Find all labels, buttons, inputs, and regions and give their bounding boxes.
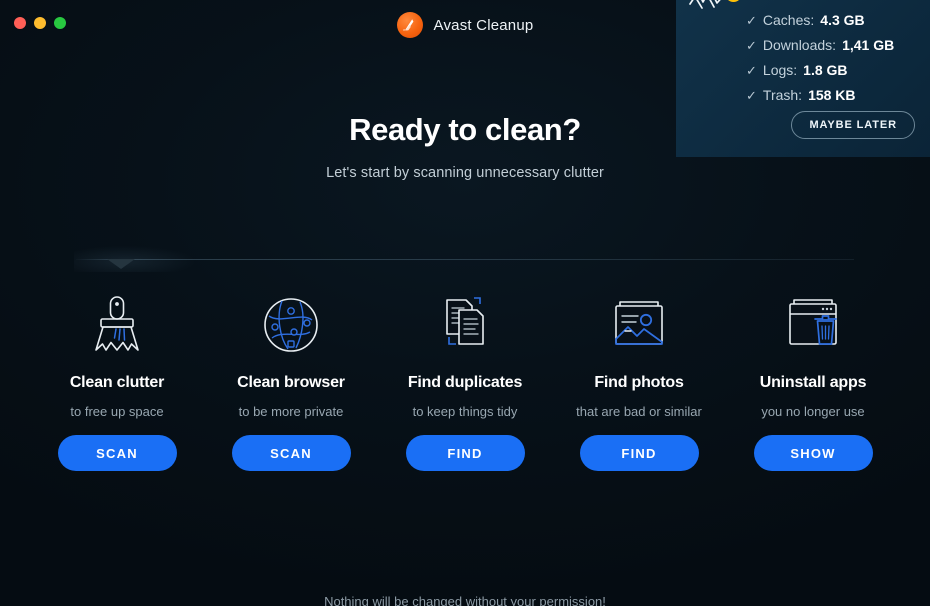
duplicate-documents-icon xyxy=(434,292,496,354)
chevron-down-icon xyxy=(107,259,135,269)
show-apps-button[interactable]: SHOW xyxy=(753,435,873,471)
check-icon: ✓ xyxy=(746,38,757,53)
feature-card-subtitle: to be more private xyxy=(238,404,344,419)
brush-icon xyxy=(86,292,148,354)
feature-card-list: Clean clutter to free up space SCAN Clea… xyxy=(0,292,930,471)
check-icon: ✓ xyxy=(746,63,757,78)
scan-browser-button[interactable]: SCAN xyxy=(231,435,351,471)
list-item: ✓ Caches: 4.3 GB xyxy=(746,12,894,29)
page-subtitle: Let's start by scanning unnecessary clut… xyxy=(326,165,604,181)
find-duplicates-button[interactable]: FIND xyxy=(405,435,525,471)
feature-card-title: Clean browser xyxy=(237,374,345,391)
window-trash-icon xyxy=(782,292,844,354)
feature-card-subtitle: to free up space xyxy=(70,404,164,419)
photo-icon xyxy=(608,292,670,354)
feature-card-uninstall-apps[interactable]: Uninstall apps you no longer use SHOW xyxy=(726,292,900,471)
list-item: ✓ Downloads: 1,41 GB xyxy=(746,37,894,54)
avast-logo-icon xyxy=(396,12,423,38)
feature-card-title: Clean clutter xyxy=(69,374,165,391)
app-title: Avast Cleanup xyxy=(433,16,534,34)
cleanup-alert-icon: ! xyxy=(686,0,742,26)
app-window: Avast Cleanup Ready to clean? Let's star… xyxy=(0,0,930,606)
item-label: Caches: xyxy=(762,12,815,28)
item-label: Logs: xyxy=(762,62,798,78)
maybe-later-button[interactable]: MAYBE LATER xyxy=(791,111,915,139)
feature-card-title: Find duplicates xyxy=(407,374,523,391)
find-photos-button[interactable]: FIND xyxy=(579,435,699,471)
feature-card-find-duplicates[interactable]: Find duplicates to keep things tidy FIND xyxy=(378,292,552,471)
feature-card-subtitle: you no longer use xyxy=(761,404,865,419)
feature-card-title: Uninstall apps xyxy=(759,374,867,391)
item-value: 158 KB xyxy=(808,87,856,103)
feature-card-clean-browser[interactable]: Clean browser to be more private SCAN xyxy=(204,292,378,471)
item-value: 4.3 GB xyxy=(820,12,865,28)
list-item: ✓ Logs: 1.8 GB xyxy=(746,62,894,79)
check-icon: ✓ xyxy=(746,88,757,103)
item-label: Trash: xyxy=(762,87,803,103)
cleanup-notification-panel: ! ✓ Caches: 4.3 GB ✓ Downloads: 1,41 GB … xyxy=(676,0,930,157)
footer-note: Nothing will be changed without your per… xyxy=(324,594,606,606)
check-icon: ✓ xyxy=(746,13,757,28)
section-divider xyxy=(76,259,854,260)
item-value: 1.8 GB xyxy=(803,62,848,78)
feature-card-subtitle: to keep things tidy xyxy=(412,404,518,419)
feature-card-clean-clutter[interactable]: Clean clutter to free up space SCAN xyxy=(30,292,204,471)
item-value: 1,41 GB xyxy=(842,37,895,53)
globe-network-icon xyxy=(260,292,322,354)
item-label: Downloads: xyxy=(762,37,837,53)
list-item: ✓ Trash: 158 KB xyxy=(746,87,894,104)
scan-clutter-button[interactable]: SCAN xyxy=(57,435,177,471)
cleanup-items-list: ✓ Caches: 4.3 GB ✓ Downloads: 1,41 GB ✓ … xyxy=(746,12,894,112)
feature-card-subtitle: that are bad or similar xyxy=(576,404,702,419)
feature-card-title: Find photos xyxy=(594,374,684,391)
feature-card-find-photos[interactable]: Find photos that are bad or similar FIND xyxy=(552,292,726,471)
